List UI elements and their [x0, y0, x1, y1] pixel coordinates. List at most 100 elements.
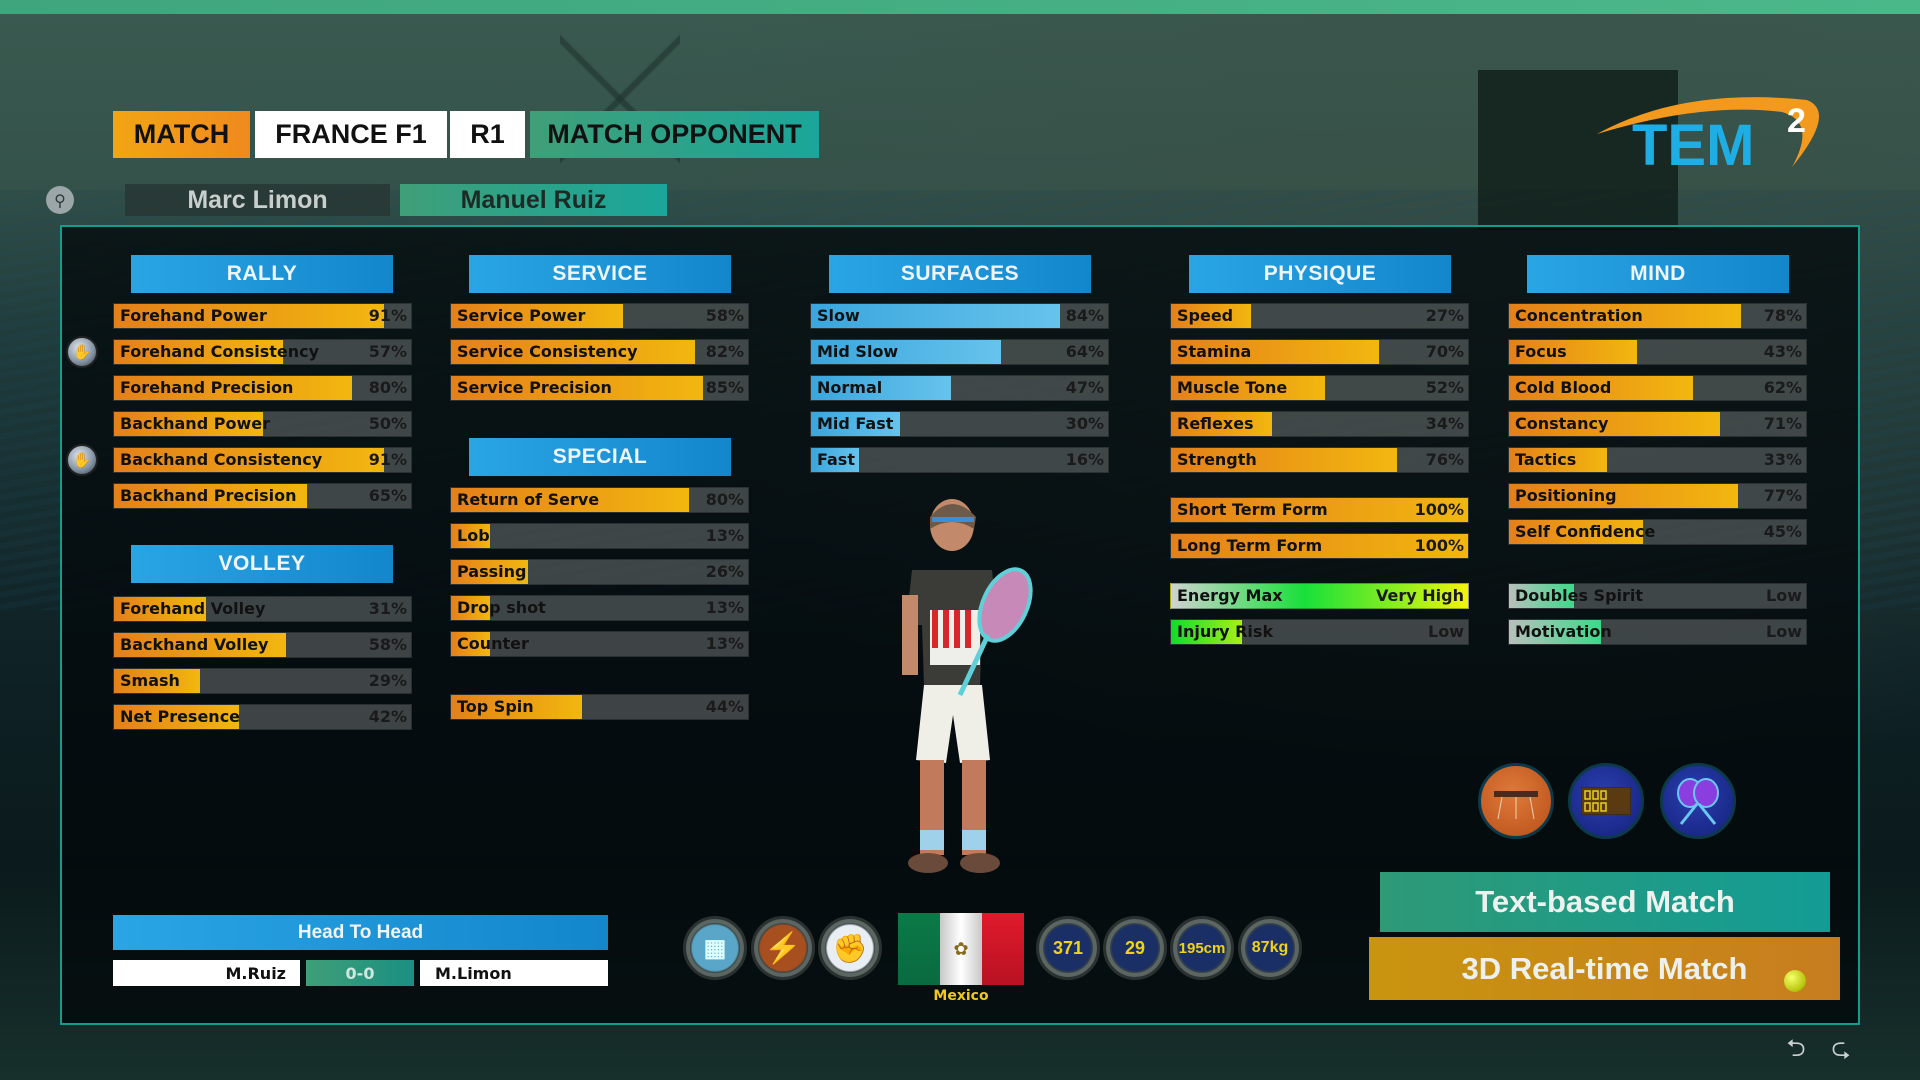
stat-value: 44%	[705, 697, 744, 716]
stat-label: Concentration	[1515, 306, 1643, 325]
rackets-compare-icon[interactable]: ⚲	[46, 186, 74, 214]
stat-label: Counter	[457, 634, 529, 653]
stat-value: 13%	[705, 526, 744, 545]
stat-label: Top Spin	[457, 697, 534, 716]
stat-bar-drop-shot: Drop shot 13%	[450, 595, 749, 621]
ranking-value: 371	[1052, 937, 1084, 958]
lightning-icon[interactable]: ⚡	[751, 916, 815, 980]
stat-label: Mid Fast	[817, 414, 894, 433]
physique-header: PHYSIQUE	[1189, 255, 1451, 293]
crossed-rackets-icon[interactable]	[1660, 763, 1736, 839]
tab-round[interactable]: R1	[450, 111, 525, 158]
stat-value: 58%	[705, 306, 744, 325]
stat-bar-concentration: Concentration 78%	[1508, 303, 1807, 329]
text-based-match-button[interactable]: Text-based Match	[1380, 872, 1830, 932]
stat-value: 78%	[1763, 306, 1802, 325]
height-badge: 195cm	[1170, 916, 1234, 980]
stat-bar-lob: Lob 13%	[450, 523, 749, 549]
stat-bar-passing: Passing 26%	[450, 559, 749, 585]
top-strip	[0, 0, 1920, 14]
stat-bar-strength: Strength 76%	[1170, 447, 1469, 473]
stat-value: 80%	[705, 490, 744, 509]
h2h-score: 0-0	[306, 960, 414, 986]
stat-value: Low	[1766, 622, 1802, 641]
stat-value: 16%	[1065, 450, 1104, 469]
stat-label: Short Term Form	[1177, 500, 1328, 519]
h2h-player-right: M.Limon	[420, 960, 608, 986]
stat-label: Service Precision	[457, 378, 612, 397]
stat-value: 64%	[1065, 342, 1104, 361]
h2h-player-left: M.Ruiz	[113, 960, 300, 986]
stat-bar-doubles-spirit: Doubles Spirit Low	[1508, 583, 1807, 609]
stat-label: Net Presence	[120, 707, 241, 726]
head-to-head-header: Head To Head	[113, 915, 608, 950]
stat-value: 91%	[368, 450, 407, 469]
stat-bar-service-consistency: Service Consistency 82%	[450, 339, 749, 365]
country-name: Mexico	[933, 988, 989, 1004]
stat-label: Forehand Volley	[120, 599, 266, 618]
player-tab-marc-limon[interactable]: Marc Limon	[125, 184, 390, 216]
stat-bar-forehand-consistency: Forehand Consistency 57%	[113, 339, 412, 365]
net-player-icon[interactable]: ▦	[683, 916, 747, 980]
back-arrow-icon[interactable]: ⮌	[1778, 1034, 1814, 1064]
forward-arrow-icon[interactable]: ⮎	[1823, 1034, 1859, 1064]
stat-bar-net-presence: Net Presence 42%	[113, 704, 412, 730]
special-header: SPECIAL	[469, 438, 731, 476]
stat-label: Strength	[1177, 450, 1257, 469]
stat-value: 76%	[1425, 450, 1464, 469]
fist-icon[interactable]: ✊	[818, 916, 882, 980]
stat-label: Backhand Volley	[120, 635, 269, 654]
tab-match[interactable]: MATCH	[113, 111, 250, 158]
stat-label: Long Term Form	[1177, 536, 1323, 555]
stat-value: 82%	[705, 342, 744, 361]
stat-label: Motivation	[1515, 622, 1612, 641]
stat-value: Low	[1766, 586, 1802, 605]
stat-label: Constancy	[1515, 414, 1609, 433]
stat-value: 34%	[1425, 414, 1464, 433]
weight-value: 87kg	[1251, 939, 1289, 956]
clay-court-icon[interactable]	[1478, 763, 1554, 839]
stat-value: Very High	[1376, 586, 1464, 605]
stat-value: 100%	[1414, 536, 1464, 555]
stat-label: Muscle Tone	[1177, 378, 1288, 397]
stat-bar-service-precision: Service Precision 85%	[450, 375, 749, 401]
3d-realtime-match-button[interactable]: 3D Real-time Match	[1369, 937, 1840, 1000]
stat-value: Low	[1428, 622, 1464, 641]
player-3d-model	[902, 499, 1033, 873]
stat-bar-forehand-power: Forehand Power 91%	[113, 303, 412, 329]
tab-match-opponent[interactable]: MATCH OPPONENT	[530, 111, 819, 158]
handshake-icon: ✋	[66, 336, 98, 368]
stat-value: 52%	[1425, 378, 1464, 397]
stat-value: 85%	[705, 378, 744, 397]
player-tab-manuel-ruiz[interactable]: Manuel Ruiz	[400, 184, 667, 216]
stat-label: Service Power	[457, 306, 586, 325]
stat-label: Forehand Consistency	[120, 342, 320, 361]
stat-bar-backhand-consistency: Backhand Consistency 91%	[113, 447, 412, 473]
stat-bar-backhand-power: Backhand Power 50%	[113, 411, 412, 437]
stat-value: 57%	[368, 342, 407, 361]
stat-label: Normal	[817, 378, 883, 397]
stat-label: Slow	[817, 306, 860, 325]
stat-bar-short-term-form: Short Term Form 100%	[1170, 497, 1469, 523]
stat-label: Smash	[120, 671, 180, 690]
stat-value: 65%	[368, 486, 407, 505]
stat-bar-cold-blood: Cold Blood 62%	[1508, 375, 1807, 401]
stat-value: 77%	[1763, 486, 1802, 505]
stat-label: Cold Blood	[1515, 378, 1612, 397]
stat-value: 26%	[705, 562, 744, 581]
stat-bar-normal: Normal 47%	[810, 375, 1109, 401]
stat-bar-counter: Counter 13%	[450, 631, 749, 657]
tab-tournament[interactable]: FRANCE F1	[255, 111, 447, 158]
stat-value: 27%	[1425, 306, 1464, 325]
stat-bar-focus: Focus 43%	[1508, 339, 1807, 365]
stat-label: Focus	[1515, 342, 1567, 361]
stat-value: 42%	[368, 707, 407, 726]
stat-bar-long-term-form: Long Term Form 100%	[1170, 533, 1469, 559]
stat-bar-stamina: Stamina 70%	[1170, 339, 1469, 365]
stat-bar-constancy: Constancy 71%	[1508, 411, 1807, 437]
svg-text:2: 2	[1787, 102, 1806, 140]
stat-bar-backhand-precision: Backhand Precision 65%	[113, 483, 412, 509]
scoreboard-icon[interactable]	[1568, 763, 1644, 839]
stat-label: Tactics	[1515, 450, 1577, 469]
stat-bar-slow: Slow 84%	[810, 303, 1109, 329]
